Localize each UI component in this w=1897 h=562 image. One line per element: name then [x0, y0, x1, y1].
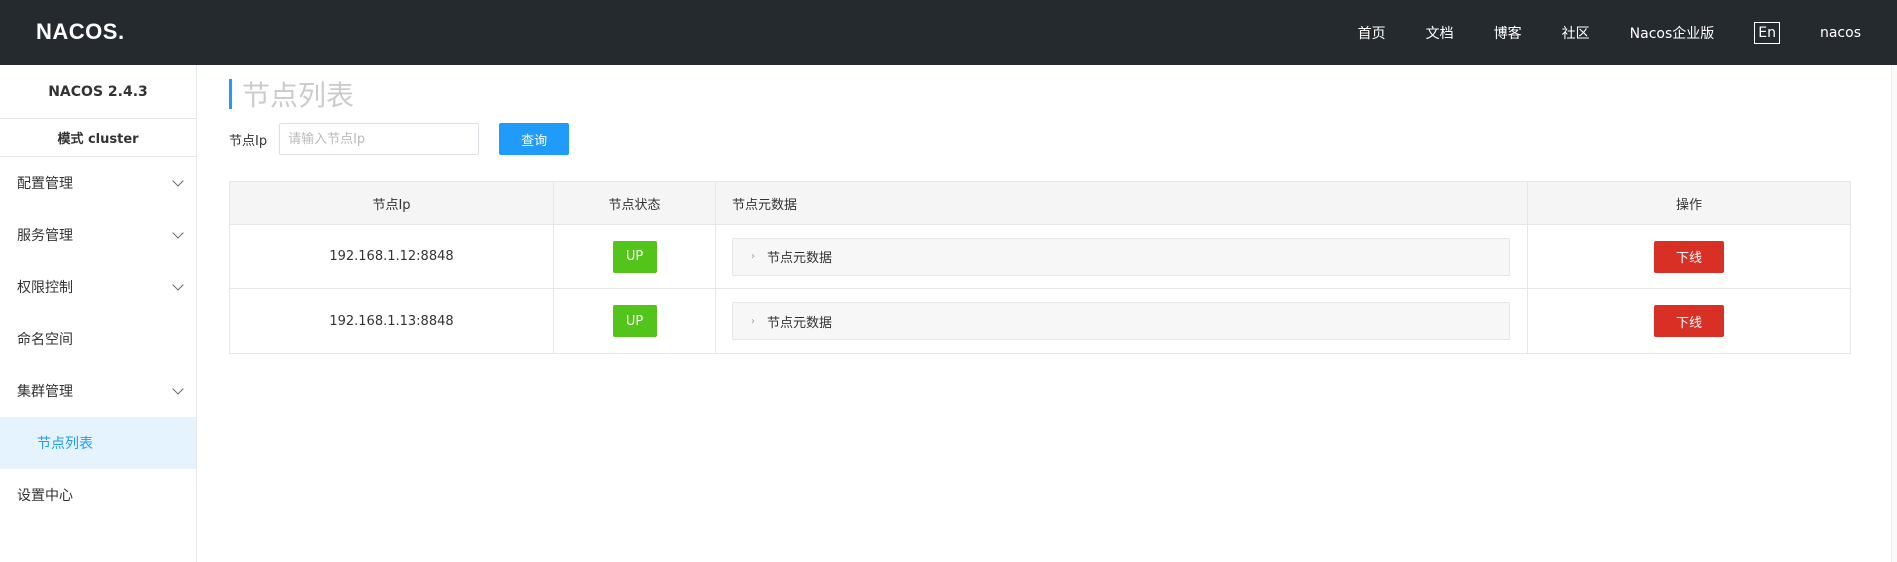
logo-text: NACOS [36, 19, 118, 44]
offline-button[interactable]: 下线 [1654, 305, 1724, 337]
sidebar-item-config[interactable]: 配置管理 [0, 157, 196, 209]
status-badge: UP [612, 240, 657, 273]
node-ip-input[interactable] [279, 123, 480, 155]
logo-dot: . [117, 19, 125, 44]
status-cell: UP [554, 289, 716, 353]
sidebar-item-label: 配置管理 [17, 176, 73, 192]
query-button[interactable]: 查询 [499, 123, 570, 155]
search-bar: 节点Ip 查询 [229, 123, 570, 155]
nav-enterprise[interactable]: Nacos企业版 [1630, 23, 1715, 43]
action-cell: 下线 [1528, 289, 1850, 353]
node-ip: 192.168.1.12:8848 [230, 225, 554, 288]
column-header-action: 操作 [1675, 197, 1702, 213]
status-cell: UP [554, 225, 716, 288]
column-header-metadata: 节点元数据 [716, 182, 1528, 224]
table-row: 192.168.1.12:8848 UP › 节点元数据 下线 [230, 225, 1850, 289]
sidebar-item-service[interactable]: 服务管理 [0, 209, 196, 261]
node-ip-label: 节点Ip [229, 133, 268, 149]
version-title: NACOS 2.4.3 [0, 65, 196, 119]
top-header: NACOS. 首页 文档 博客 社区 Nacos企业版 En nacos [0, 0, 1897, 65]
title-accent-bar [229, 79, 232, 109]
metadata-expander[interactable]: › 节点元数据 [732, 302, 1510, 340]
metadata-label: 节点元数据 [767, 251, 833, 266]
user-menu[interactable]: nacos [1820, 25, 1861, 41]
sidebar-item-label: 权限控制 [17, 280, 73, 296]
nav-home[interactable]: 首页 [1358, 23, 1386, 43]
chevron-down-icon [172, 383, 184, 395]
sidebar-item-node-list[interactable]: 节点列表 [0, 417, 196, 469]
sidebar-item-label: 命名空间 [17, 332, 73, 348]
metadata-cell: › 节点元数据 [716, 289, 1528, 353]
column-header-status: 节点状态 [554, 182, 716, 224]
offline-button[interactable]: 下线 [1654, 240, 1724, 273]
sidebar-item-label: 服务管理 [17, 228, 73, 244]
chevron-down-icon [172, 227, 184, 239]
nav-docs[interactable]: 文档 [1426, 23, 1454, 43]
cluster-mode: 模式 cluster [0, 119, 196, 157]
node-table: 节点Ip 节点状态 节点元数据 操作 192.168.1.12:8848 UP … [229, 181, 1851, 354]
nacos-logo[interactable]: NACOS. [36, 17, 125, 47]
nav-community[interactable]: 社区 [1562, 23, 1590, 43]
status-badge: UP [612, 305, 657, 337]
nav-blog[interactable]: 博客 [1494, 23, 1522, 43]
metadata-label: 节点元数据 [767, 315, 833, 331]
vertical-scrollbar[interactable] [1891, 65, 1897, 562]
language-toggle[interactable]: En [1754, 21, 1780, 44]
table-row: 192.168.1.13:8848 UP › 节点元数据 下线 [230, 289, 1850, 353]
top-nav: 首页 文档 博客 社区 Nacos企业版 En nacos [1318, 0, 1861, 65]
chevron-down-icon [172, 279, 184, 291]
page-title-text: 节点列表 [242, 79, 355, 112]
page-title: 节点列表 [229, 79, 354, 112]
action-cell: 下线 [1528, 225, 1850, 288]
sidebar-item-cluster[interactable]: 集群管理 [0, 365, 196, 417]
sidebar-item-label: 集群管理 [17, 384, 73, 400]
sidebar-item-namespace[interactable]: 命名空间 [0, 313, 196, 365]
table-header: 节点Ip 节点状态 节点元数据 操作 [230, 182, 1850, 225]
sidebar-item-auth[interactable]: 权限控制 [0, 261, 196, 313]
metadata-cell: › 节点元数据 [716, 225, 1528, 288]
chevron-right-icon: › [751, 251, 755, 262]
sidebar-item-label: 设置中心 [17, 488, 73, 504]
metadata-expander[interactable]: › 节点元数据 [732, 237, 1510, 276]
sidebar: NACOS 2.4.3 模式 cluster 配置管理 服务管理 权限控制 命名… [0, 65, 197, 562]
chevron-down-icon [172, 175, 184, 187]
column-header-ip: 节点Ip [230, 182, 554, 224]
chevron-right-icon: › [751, 315, 755, 327]
sidebar-item-settings[interactable]: 设置中心 [0, 469, 196, 521]
node-ip: 192.168.1.13:8848 [230, 289, 554, 353]
